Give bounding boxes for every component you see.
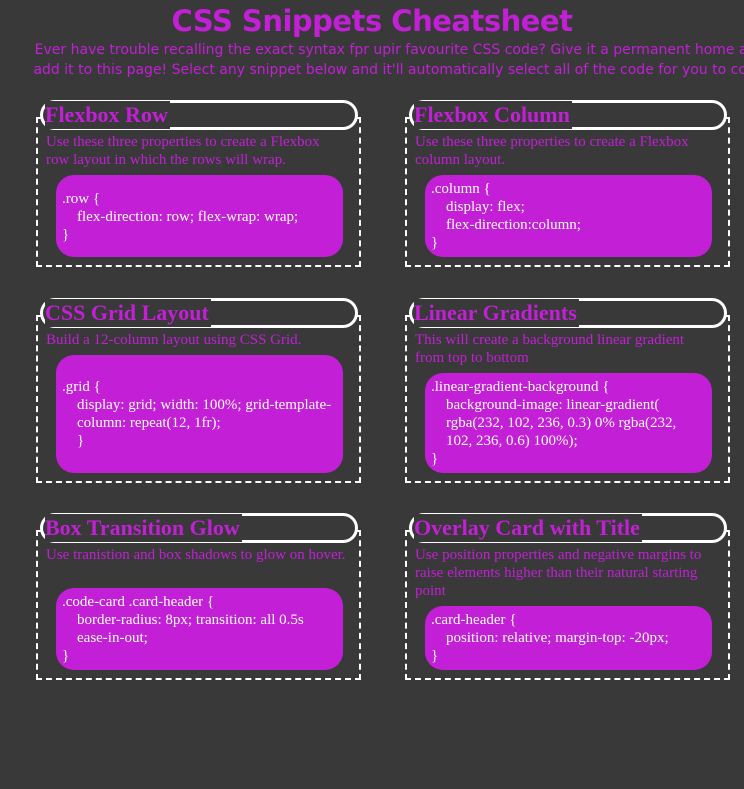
snippet-card-css-grid-layout: CSS Grid Layout Build a 12-column layout… — [36, 298, 361, 483]
code-line: } — [431, 235, 439, 251]
code-line: .column { — [431, 181, 491, 197]
card-description: Use tranistion and box shadows to glow o… — [46, 547, 346, 563]
snippet-card-box-transition-glow: Box Transition Glow Use tranistion and b… — [36, 513, 361, 680]
card-header: Overlay Card with Title — [409, 513, 727, 543]
code-line: } — [62, 648, 70, 664]
card-title: Flexbox Column — [414, 101, 572, 129]
code-line: flex-direction:column; — [446, 217, 581, 233]
code-line: } — [431, 451, 439, 467]
code-line: .row { — [62, 191, 101, 207]
code-snippet[interactable]: .column { display: flex; flex-direction:… — [425, 175, 712, 257]
code-snippet[interactable]: .linear-gradient-background { background… — [425, 373, 712, 473]
card-description: Use position properties and negative mar… — [415, 547, 702, 599]
code-line: display: flex; — [446, 199, 525, 215]
snippet-card-flexbox-column: Flexbox Column Use these three propertie… — [405, 100, 730, 267]
code-line: display: grid; width: 100%; grid-templat… — [77, 397, 332, 431]
card-title: Flexbox Row — [45, 101, 170, 129]
card-description: Use these three properties to create a F… — [415, 134, 689, 168]
code-line: border-radius: 8px; transition: all 0.5s… — [77, 612, 304, 646]
card-header: CSS Grid Layout — [40, 298, 358, 328]
code-line: } — [77, 433, 85, 449]
code-line: } — [62, 227, 70, 243]
card-description: This will create a background linear gra… — [415, 332, 685, 366]
code-snippet[interactable]: .code-card .card-header { border-radius:… — [56, 588, 343, 670]
code-line: .linear-gradient-background { — [431, 379, 610, 395]
code-line: .card-header { — [431, 612, 517, 628]
card-description: Build a 12-column layout using CSS Grid. — [46, 332, 302, 348]
card-header: Box Transition Glow — [40, 513, 358, 543]
card-header: Flexbox Row — [40, 100, 358, 130]
snippet-card-overlay-card-with-title: Overlay Card with Title Use position pro… — [405, 513, 730, 680]
card-title: CSS Grid Layout — [45, 299, 211, 327]
card-title: Overlay Card with Title — [414, 514, 642, 542]
card-header: Flexbox Column — [409, 100, 727, 130]
intro-text: Ever have trouble recalling the exact sy… — [33, 42, 744, 78]
code-snippet[interactable]: .card-header { position: relative; margi… — [425, 606, 712, 670]
code-line: flex-direction: row; flex-wrap: wrap; — [77, 209, 299, 225]
code-line: background-image: linear-gradient( rgba(… — [446, 397, 677, 449]
card-title: Box Transition Glow — [45, 514, 242, 542]
code-snippet[interactable]: .grid { display: grid; width: 100%; grid… — [56, 355, 343, 473]
page-title: CSS Snippets Cheatsheet — [171, 4, 573, 38]
code-snippet[interactable]: .row { flex-direction: row; flex-wrap: w… — [56, 175, 343, 257]
code-line: .code-card .card-header { — [62, 594, 215, 610]
card-header: Linear Gradients — [409, 298, 727, 328]
snippet-card-linear-gradients: Linear Gradients This will create a back… — [405, 298, 730, 483]
snippet-card-flexbox-row: Flexbox Row Use these three properties t… — [36, 100, 361, 267]
code-line: } — [431, 648, 439, 664]
code-line: .grid { — [62, 379, 101, 395]
code-line: position: relative; margin-top: -20px; — [446, 630, 669, 646]
card-title: Linear Gradients — [414, 299, 579, 327]
card-description: Use these three properties to create a F… — [46, 134, 320, 168]
